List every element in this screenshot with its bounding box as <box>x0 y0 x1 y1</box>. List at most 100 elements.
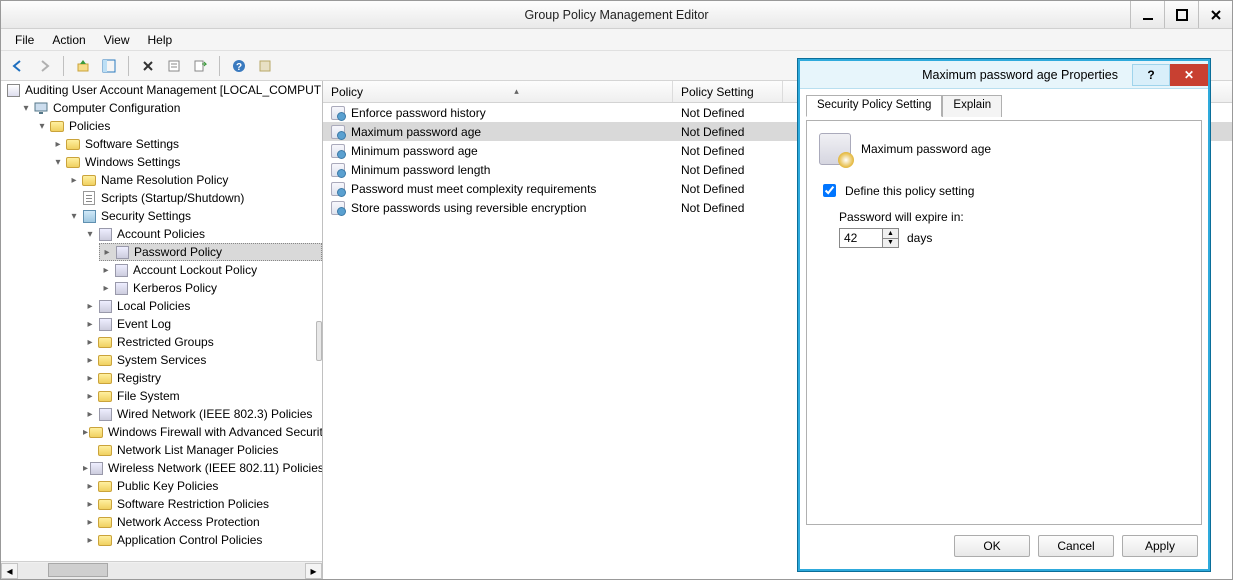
dialog-tabs: Security Policy Setting Explain <box>806 95 1202 117</box>
properties-dialog: Maximum password age Properties ? ✕ Secu… <box>798 59 1210 571</box>
menu-file[interactable]: File <box>7 31 42 49</box>
tree-scripts[interactable]: Scripts (Startup/Shutdown) <box>101 191 244 205</box>
define-policy-checkbox[interactable] <box>823 184 836 197</box>
tab-page: Maximum password age Define this policy … <box>806 120 1202 525</box>
folder-icon <box>97 352 113 368</box>
col-policy-header[interactable]: Policy▴ <box>323 81 673 102</box>
forward-button[interactable] <box>33 55 55 77</box>
tree-root[interactable]: Auditing User Account Management [LOCAL_… <box>25 83 322 97</box>
expire-label: Password will expire in: <box>839 210 1189 224</box>
tab-security-policy-setting[interactable]: Security Policy Setting <box>806 95 942 117</box>
menu-help[interactable]: Help <box>140 31 181 49</box>
show-hide-tree-button[interactable] <box>98 55 120 77</box>
security-icon <box>81 208 97 224</box>
tree-password-policy[interactable]: Password Policy <box>134 245 222 259</box>
maximize-button[interactable] <box>1164 1 1198 28</box>
computer-icon <box>33 100 49 116</box>
script-icon <box>81 190 97 206</box>
tree-kerberos[interactable]: Kerberos Policy <box>133 281 217 295</box>
folder-icon <box>88 424 104 440</box>
tree-computer-config[interactable]: Computer Configuration <box>53 101 180 115</box>
policy-icon <box>97 226 113 242</box>
menu-bar: File Action View Help <box>1 29 1232 51</box>
svg-text:?: ? <box>236 62 242 73</box>
delete-button[interactable] <box>137 55 159 77</box>
scroll-right-button[interactable]: ▸ <box>305 563 322 579</box>
tree-software-restriction[interactable]: Software Restriction Policies <box>117 497 269 511</box>
days-input[interactable] <box>840 229 882 247</box>
main-window: Group Policy Management Editor File Acti… <box>0 0 1233 580</box>
tree-application-control[interactable]: Application Control Policies <box>117 533 262 547</box>
dialog-help-button[interactable]: ? <box>1132 64 1170 86</box>
tree-nap[interactable]: Network Access Protection <box>117 515 260 529</box>
tree-account-lockout[interactable]: Account Lockout Policy <box>133 263 257 277</box>
tab-explain[interactable]: Explain <box>942 95 1002 117</box>
policy-item-icon <box>331 144 345 158</box>
policy-large-icon <box>819 133 851 165</box>
tree-hscrollbar[interactable]: ◂ ▸ <box>1 561 322 579</box>
policy-item-icon <box>331 163 345 177</box>
tree-system-services[interactable]: System Services <box>117 353 206 367</box>
policy-item-icon <box>331 182 345 196</box>
spin-up-button[interactable]: ▲ <box>883 229 898 239</box>
dialog-titlebar: Maximum password age Properties ? ✕ <box>800 61 1208 89</box>
folder-icon <box>97 532 113 548</box>
help-button[interactable]: ? <box>228 55 250 77</box>
policy-item-icon <box>331 106 345 120</box>
splitter-grip[interactable] <box>316 321 322 361</box>
define-policy-checkbox-row[interactable]: Define this policy setting <box>819 181 1189 200</box>
tree-restricted-groups[interactable]: Restricted Groups <box>117 335 214 349</box>
tree-account-policies[interactable]: Account Policies <box>117 227 205 241</box>
dialog-title: Maximum password age Properties <box>812 68 1118 82</box>
menu-action[interactable]: Action <box>44 31 93 49</box>
folder-icon <box>65 154 81 170</box>
folder-icon <box>97 478 113 494</box>
tree-file-system[interactable]: File System <box>117 389 180 403</box>
scroll-track[interactable] <box>18 563 305 579</box>
policy-icon <box>113 262 129 278</box>
up-button[interactable] <box>72 55 94 77</box>
tree-policies[interactable]: Policies <box>69 119 110 133</box>
scroll-thumb[interactable] <box>48 563 108 577</box>
spin-down-button[interactable]: ▼ <box>883 239 898 248</box>
tree-view[interactable]: Auditing User Account Management [LOCAL_… <box>1 81 322 561</box>
back-button[interactable] <box>7 55 29 77</box>
tree-wired-network[interactable]: Wired Network (IEEE 802.3) Policies <box>117 407 312 421</box>
dialog-close-button[interactable]: ✕ <box>1170 64 1208 86</box>
tree-pane: Auditing User Account Management [LOCAL_… <box>1 81 323 579</box>
tree-registry[interactable]: Registry <box>117 371 161 385</box>
tree-name-resolution[interactable]: Name Resolution Policy <box>101 173 228 187</box>
col-setting-header[interactable]: Policy Setting <box>673 81 783 102</box>
folder-icon <box>81 172 97 188</box>
tree-public-key[interactable]: Public Key Policies <box>117 479 218 493</box>
export-list-button[interactable] <box>189 55 211 77</box>
apply-button[interactable]: Apply <box>1122 535 1198 557</box>
policy-item-icon <box>331 201 345 215</box>
days-unit-label: days <box>907 231 932 245</box>
tree-event-log[interactable]: Event Log <box>117 317 171 331</box>
tree-wireless-network[interactable]: Wireless Network (IEEE 802.11) Policies <box>108 461 322 475</box>
toolbar-separator <box>63 56 64 76</box>
policy-icon <box>88 460 104 476</box>
tree-software-settings[interactable]: Software Settings <box>85 137 179 151</box>
toolbar-separator <box>219 56 220 76</box>
folder-icon <box>97 442 113 458</box>
tree-security-settings[interactable]: Security Settings <box>101 209 191 223</box>
folder-icon <box>97 370 113 386</box>
tree-local-policies[interactable]: Local Policies <box>117 299 190 313</box>
tree-network-list[interactable]: Network List Manager Policies <box>117 443 278 457</box>
minimize-button[interactable] <box>1130 1 1164 28</box>
close-button[interactable] <box>1198 1 1232 28</box>
filter-button[interactable] <box>254 55 276 77</box>
menu-view[interactable]: View <box>96 31 138 49</box>
tree-windows-firewall[interactable]: Windows Firewall with Advanced Security <box>108 425 322 439</box>
tree-windows-settings[interactable]: Windows Settings <box>85 155 180 169</box>
folder-icon <box>65 136 81 152</box>
ok-button[interactable]: OK <box>954 535 1030 557</box>
properties-button[interactable] <box>163 55 185 77</box>
scroll-left-button[interactable]: ◂ <box>1 563 18 579</box>
cancel-button[interactable]: Cancel <box>1038 535 1114 557</box>
policy-name-label: Maximum password age <box>861 142 991 156</box>
policy-icon <box>97 316 113 332</box>
days-spinbox[interactable]: ▲ ▼ <box>839 228 899 248</box>
